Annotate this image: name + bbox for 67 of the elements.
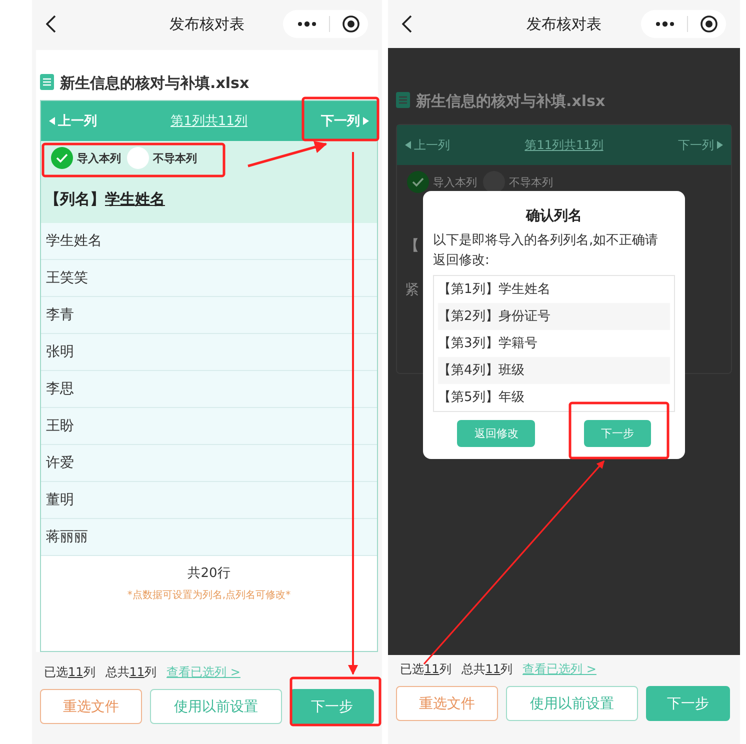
more-icon[interactable] <box>655 21 675 27</box>
total-count: 总共11列 <box>105 664 157 681</box>
column-position-link[interactable]: 第11列共11列 <box>524 136 604 154</box>
column-position-link[interactable]: 第1列共11列 <box>170 112 248 130</box>
list-item: 【第4列】班级 <box>438 357 670 384</box>
caret-icon <box>405 141 411 149</box>
action-button[interactable]: 使用以前设置 <box>150 689 282 724</box>
data-row[interactable]: 许爱 <box>41 445 377 482</box>
action-button[interactable]: 重选文件 <box>396 686 498 721</box>
radio-button[interactable] <box>407 171 429 193</box>
column-name-label: 【列名】 <box>45 190 105 208</box>
data-row[interactable]: 李思 <box>41 371 377 408</box>
row-total: 共20行 <box>188 565 230 582</box>
import-option[interactable]: 导入本列 <box>407 171 477 193</box>
target-icon[interactable] <box>700 15 718 33</box>
back-icon[interactable] <box>402 15 412 33</box>
hint-text: *点数据可设置为列名,点列名可修改* <box>127 588 291 602</box>
view-selected-link[interactable]: 查看已选列 > <box>522 661 596 678</box>
data-row[interactable]: 蒋丽丽 <box>41 519 377 556</box>
caret-icon <box>716 141 723 149</box>
target-icon[interactable] <box>342 15 360 33</box>
action-button[interactable]: 重选文件 <box>40 689 142 724</box>
background-text: 紧 <box>405 281 419 299</box>
radio-button[interactable] <box>51 147 73 169</box>
next-column-button[interactable]: 下一列 <box>320 112 369 130</box>
file-name: 新生信息的核对与补填.xlsx <box>416 92 606 110</box>
list-item: 【第1列】学生姓名 <box>438 281 552 299</box>
file-name: 新生信息的核对与补填.xlsx <box>60 74 250 92</box>
list-item: 【第2列】身份证号 <box>438 303 670 330</box>
dialog-title: 确认列名 <box>524 207 583 225</box>
radio-button[interactable] <box>127 147 149 169</box>
radio-button[interactable] <box>483 171 505 193</box>
action-button[interactable]: 使用以前设置 <box>506 686 638 721</box>
total-count: 总共11列 <box>461 661 513 678</box>
import-option[interactable]: 导入本列 <box>51 147 121 169</box>
data-row[interactable]: 王盼 <box>41 408 377 445</box>
data-row[interactable]: 学生姓名 <box>41 223 377 260</box>
dialog-button[interactable]: 下一步 <box>584 420 651 447</box>
more-icon[interactable] <box>297 21 317 27</box>
check-icon <box>56 153 68 163</box>
caret-icon <box>49 117 55 125</box>
previous-column-button[interactable]: 上一列 <box>405 136 450 154</box>
data-row[interactable]: 王笑笑 <box>41 260 377 297</box>
dialog-button[interactable]: 返回修改 <box>457 420 536 447</box>
import-option[interactable]: 不导本列 <box>127 147 197 169</box>
list-item: 【第5列】年级 <box>438 389 526 407</box>
data-row[interactable]: 董明 <box>41 482 377 519</box>
file-icon <box>396 92 410 108</box>
back-icon[interactable] <box>46 15 56 33</box>
page-title: 发布核对表 <box>526 14 602 34</box>
check-icon <box>412 177 424 187</box>
selected-count: 已选11列 <box>400 661 452 678</box>
file-icon <box>40 74 54 90</box>
view-selected-link[interactable]: 查看已选列 > <box>166 664 240 681</box>
action-button[interactable]: 下一步 <box>290 689 374 724</box>
page-title: 发布核对表 <box>170 14 244 34</box>
data-row[interactable]: 李青 <box>41 297 377 334</box>
column-name-value[interactable]: 学生姓名 <box>105 190 165 208</box>
dialog-message: 以下是即将导入的各列列名,如不正确请返回修改: <box>433 232 660 270</box>
caret-icon <box>362 117 369 125</box>
list-item: 【第3列】学籍号 <box>438 335 538 353</box>
background-text: 【 <box>405 237 419 255</box>
data-row[interactable]: 张明 <box>41 334 377 371</box>
next-column-button[interactable]: 下一列 <box>678 136 723 154</box>
action-button[interactable]: 下一步 <box>646 686 730 721</box>
selected-count: 已选11列 <box>44 664 96 681</box>
previous-column-button[interactable]: 上一列 <box>49 112 97 130</box>
